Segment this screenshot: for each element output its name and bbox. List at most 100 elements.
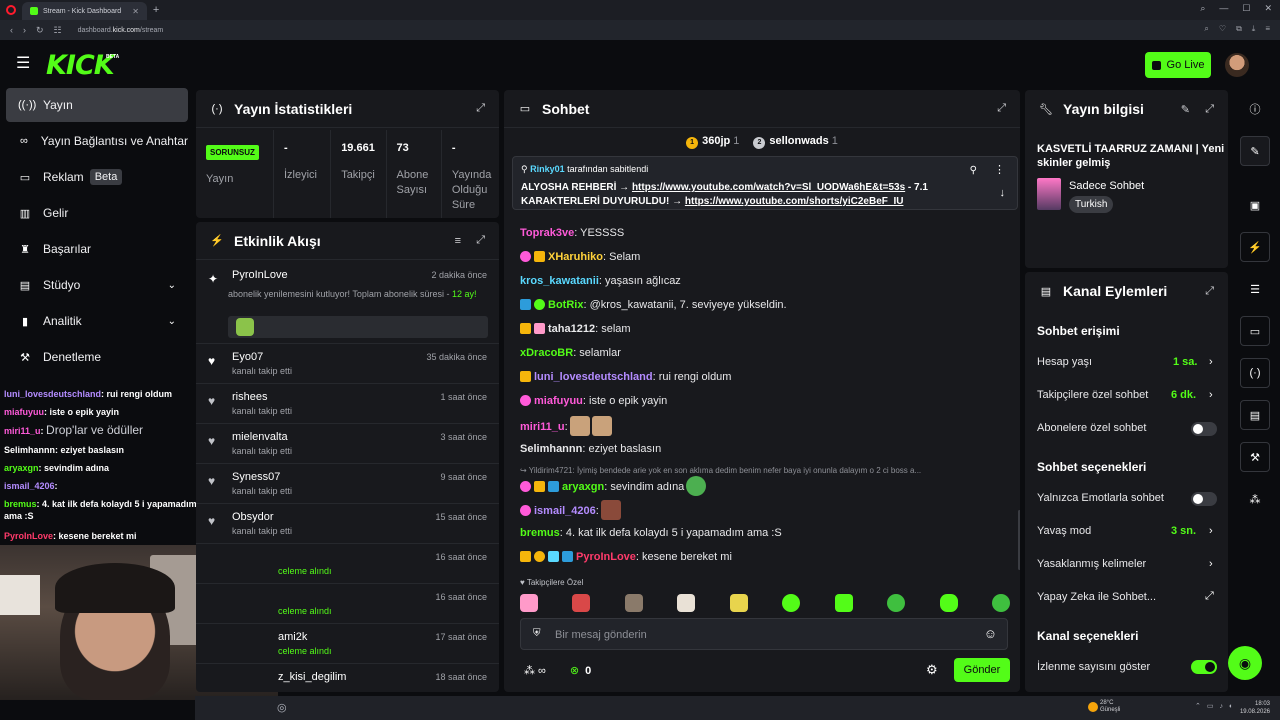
back-icon[interactable]: ‹ xyxy=(10,25,13,35)
activity-user[interactable]: z_kisi_degilim xyxy=(278,671,346,683)
chat-user[interactable]: ismail_4206 xyxy=(534,505,596,517)
chat-user[interactable]: kros_kawatanii xyxy=(520,275,599,287)
emote-slot[interactable] xyxy=(520,594,538,612)
kick-logo[interactable]: KICK xyxy=(46,50,115,81)
popout-icon[interactable]: ⤢ xyxy=(1205,285,1214,298)
emote-slot[interactable] xyxy=(834,594,853,612)
chat-user[interactable]: aryaxgn xyxy=(562,481,604,493)
search-tabs-icon[interactable]: ⌕ xyxy=(1200,3,1205,14)
sidebar-item-moderation[interactable]: ⚒ Denetleme xyxy=(6,340,188,374)
emote-slot[interactable] xyxy=(729,594,748,612)
emote-slot[interactable] xyxy=(572,594,591,612)
top-gifter-2[interactable]: 2 sellonwads 1 xyxy=(753,135,838,149)
gear-icon[interactable]: ⚙ xyxy=(926,662,938,678)
sidebar-item-studio[interactable]: ▤ Stüdyo ⌄ xyxy=(6,268,188,302)
layout-icon[interactable]: ▣ xyxy=(1240,190,1270,220)
activity-user[interactable]: ami2k xyxy=(278,631,307,643)
taskbar-app-icon[interactable]: ◎ xyxy=(277,701,287,714)
emote-slot[interactable] xyxy=(624,594,643,612)
browser-tab[interactable]: Stream - Kick Dashboard ✕ xyxy=(22,2,147,20)
emote-only-toggle[interactable] xyxy=(1191,492,1217,506)
popout-icon[interactable]: ⤢ xyxy=(1205,103,1214,116)
external-link-icon[interactable]: ⤢ xyxy=(1205,590,1214,603)
chat-user[interactable]: xDracoBR xyxy=(520,347,573,359)
chevron-right-icon[interactable]: › xyxy=(1209,558,1213,570)
site-info-icon[interactable]: ☷ xyxy=(54,25,62,36)
emote-slot[interactable] xyxy=(887,594,906,612)
extensions-icon[interactable]: ⧉ xyxy=(1236,24,1242,34)
activity-user[interactable]: Syness07 xyxy=(232,471,280,483)
arrow-down-icon[interactable]: ↓ xyxy=(1000,187,1006,199)
emote-slot[interactable] xyxy=(939,594,958,612)
pinned-link[interactable]: https://www.youtube.com/shorts/yiC2eBeF_… xyxy=(685,196,904,207)
more-options-icon[interactable]: ⋮ xyxy=(994,163,1005,176)
chat-user[interactable]: miri11_u xyxy=(520,421,565,433)
chat-input-box[interactable]: ⛨ ☺ xyxy=(520,618,1008,650)
chat-user[interactable]: bremus xyxy=(520,527,560,539)
sidebar-item-stream-key[interactable]: ∞ Yayın Bağlantısı ve Anahtar xyxy=(6,124,188,158)
banned-words-option[interactable]: Yasaklanmış kelimeler xyxy=(1037,558,1217,570)
taskbar-clock[interactable]: 18:03 19.08.2026 xyxy=(1240,700,1270,716)
kick-points-icon[interactable]: ⊗ xyxy=(570,664,579,677)
new-tab-icon[interactable]: + xyxy=(153,4,159,16)
clipboard-icon[interactable]: ▤ xyxy=(1240,400,1270,430)
stream-category[interactable]: Sadece Sohbet xyxy=(1069,180,1144,192)
hamburger-menu-icon[interactable]: ☰ xyxy=(16,56,30,72)
chat-user[interactable]: luni_lovesdeutschland xyxy=(534,371,653,383)
broadcast-icon[interactable]: (·) xyxy=(1240,358,1270,388)
bookmark-icon[interactable]: ♡ xyxy=(1219,24,1226,34)
zoom-icon[interactable]: ⌕ xyxy=(1204,24,1208,34)
send-button[interactable]: Gönder xyxy=(954,658,1010,682)
chevron-right-icon[interactable]: › xyxy=(1209,525,1213,537)
activity-user[interactable]: Eyo07 xyxy=(232,351,263,363)
help-chat-button[interactable]: ◉ xyxy=(1228,646,1262,680)
chat-user[interactable]: BotRix xyxy=(548,299,583,311)
emote-slot[interactable] xyxy=(991,594,1010,612)
url-field[interactable]: dashboard.kick.com/stream xyxy=(78,27,164,34)
sidebar-item-analytics[interactable]: ▮ Analitik ⌄ xyxy=(6,304,188,338)
popout-icon[interactable]: ⤢ xyxy=(476,102,485,115)
chat-bubble-icon[interactable]: ▭ xyxy=(1240,316,1270,346)
pinned-link[interactable]: https://www.youtube.com/watch?v=Sl_UODWa… xyxy=(632,182,905,193)
maximize-icon[interactable]: ☐ xyxy=(1242,3,1250,14)
chevron-right-icon[interactable]: › xyxy=(1209,389,1213,401)
show-views-toggle[interactable] xyxy=(1191,660,1217,674)
activity-user[interactable]: Obsydor xyxy=(232,511,274,523)
subs-chat-toggle[interactable] xyxy=(1191,422,1217,436)
download-icon[interactable]: ⤓ xyxy=(1252,24,1256,34)
close-tab-icon[interactable]: ✕ xyxy=(132,7,139,16)
chevron-right-icon[interactable]: › xyxy=(1209,356,1213,368)
wrench-icon[interactable]: ⚒ xyxy=(1240,442,1270,472)
emote-slot[interactable] xyxy=(782,594,801,612)
weather-widget[interactable]: 28°C Güneşli xyxy=(1100,700,1120,714)
edit-icon[interactable]: ✎ xyxy=(1181,103,1190,116)
activity-user[interactable]: PyroInLove xyxy=(232,269,288,281)
close-window-icon[interactable]: ✕ xyxy=(1264,3,1272,14)
popout-icon[interactable]: ⤢ xyxy=(476,234,485,247)
chat-scrollbar[interactable] xyxy=(1018,510,1020,570)
sidebar-item-revenue[interactable]: ▥ Gelir xyxy=(6,196,188,230)
activity-user[interactable]: mielenvalta xyxy=(232,431,288,443)
info-icon[interactable]: ⓘ xyxy=(1240,94,1270,124)
opera-logo-icon[interactable] xyxy=(6,5,16,15)
sidebar-item-achievements[interactable]: ♜ Başarılar xyxy=(6,232,188,266)
drops-icon[interactable]: ⁂ xyxy=(1240,484,1270,514)
chat-user[interactable]: XHaruhiko xyxy=(548,251,603,263)
stream-tag[interactable]: Turkish xyxy=(1069,196,1114,213)
popout-icon[interactable]: ⤢ xyxy=(997,102,1006,115)
lightning-icon[interactable]: ⚡ xyxy=(1240,232,1270,262)
system-tray[interactable]: ⌃▭♪◐ xyxy=(1195,702,1239,710)
emoji-picker-icon[interactable]: ☺ xyxy=(984,626,997,641)
forward-icon[interactable]: › xyxy=(23,25,26,35)
chat-user[interactable]: Selimhannn xyxy=(520,443,582,455)
emote-slot[interactable] xyxy=(677,594,696,612)
chat-user[interactable]: Toprak3ve xyxy=(520,227,574,239)
chat-user[interactable]: taha1212 xyxy=(548,323,595,335)
menu-icon[interactable]: ≡ xyxy=(1265,24,1270,34)
chat-user[interactable]: miafuyuu xyxy=(534,395,583,407)
avatar[interactable] xyxy=(1225,53,1249,77)
top-gifter-1[interactable]: 1 360jp 1 xyxy=(686,135,739,149)
sidebar-item-stream[interactable]: ((·)) Yayın xyxy=(6,88,188,122)
activity-user[interactable]: rishees xyxy=(232,391,267,403)
chat-user[interactable]: PyroInLove xyxy=(576,551,636,563)
